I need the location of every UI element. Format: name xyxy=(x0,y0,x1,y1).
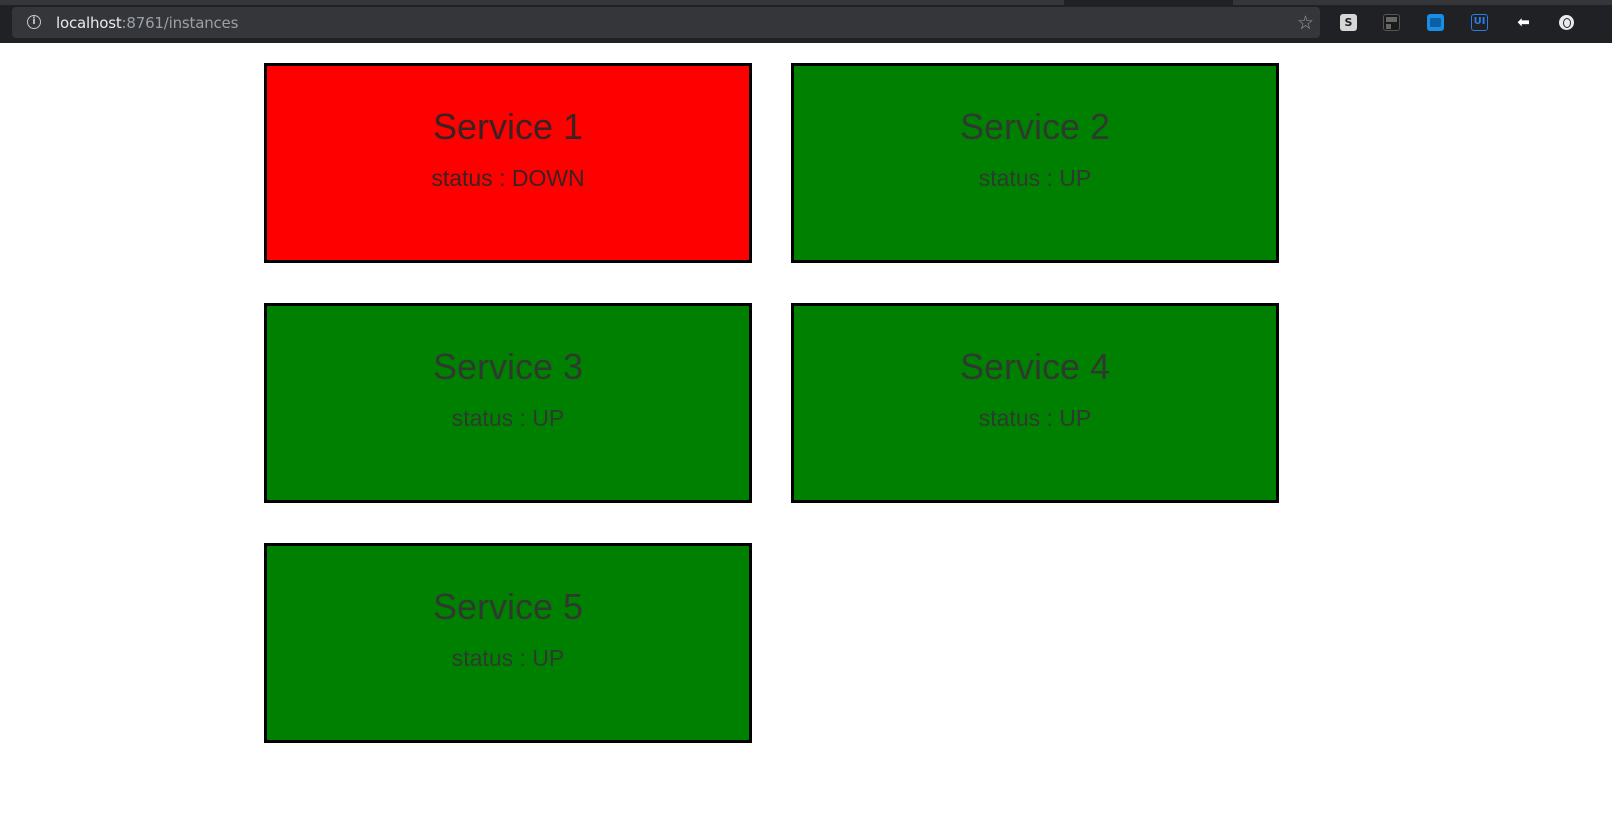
service-card: Service 1 status : DOWN xyxy=(264,63,752,263)
service-status: status : UP xyxy=(978,405,1092,431)
service-card: Service 4 status : UP xyxy=(791,303,1279,503)
bookmark-star-icon[interactable]: ☆ xyxy=(1297,12,1314,34)
service-name: Service 5 xyxy=(432,586,584,627)
grid-extension-icon[interactable] xyxy=(1383,14,1400,31)
service-name: Service 3 xyxy=(432,346,584,387)
browser-chrome: i localhost:8761/instances ☆ S UI ⬅ xyxy=(0,0,1612,43)
service-name: Service 2 xyxy=(959,106,1111,147)
service-status: status : DOWN xyxy=(431,165,585,191)
service-status: status : UP xyxy=(451,645,565,671)
ui-extension-icon[interactable]: UI xyxy=(1471,14,1488,31)
service-card: Service 5 status : UP xyxy=(264,543,752,743)
tab-strip xyxy=(0,0,1064,5)
tab-strip-right xyxy=(1233,0,1612,5)
info-icon[interactable]: i xyxy=(27,15,41,29)
url-text[interactable]: localhost:8761/instances xyxy=(56,14,238,32)
service-card: Service 3 status : UP xyxy=(264,303,752,503)
circle-extension-icon[interactable] xyxy=(1559,15,1574,30)
address-bar[interactable]: i localhost:8761/instances ☆ xyxy=(12,7,1320,38)
url-host: localhost xyxy=(56,14,122,32)
service-name: Service 1 xyxy=(432,106,584,147)
service-name: Service 4 xyxy=(959,346,1111,387)
s-extension-icon[interactable]: S xyxy=(1340,14,1357,31)
url-path: :8761/instances xyxy=(121,14,239,32)
service-status: status : UP xyxy=(978,165,1092,191)
service-card: Service 2 status : UP xyxy=(791,63,1279,263)
picture-extension-icon[interactable] xyxy=(1427,14,1444,31)
back-arrow-extension-icon[interactable]: ⬅ xyxy=(1515,14,1533,31)
service-status: status : UP xyxy=(451,405,565,431)
